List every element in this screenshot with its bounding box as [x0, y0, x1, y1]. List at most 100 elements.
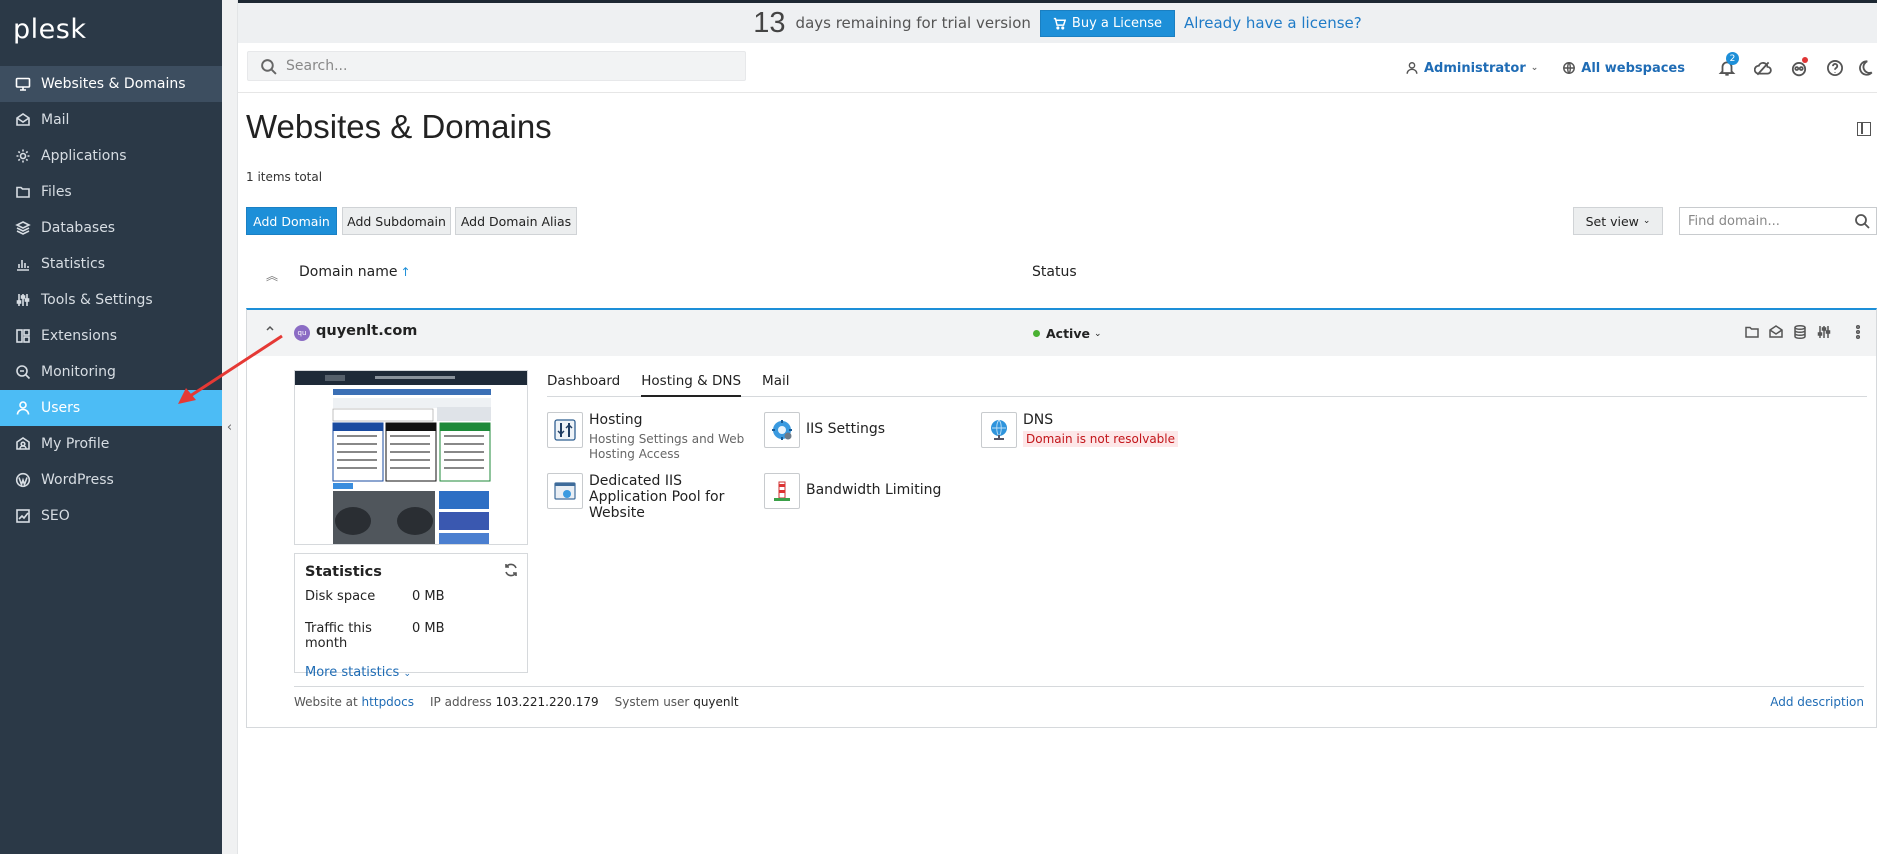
panel-toggle-icon[interactable] [1857, 122, 1871, 136]
sidebar-item-label: Monitoring [41, 364, 116, 380]
plesk-logo[interactable]: plesk [13, 14, 86, 45]
disk-space-label: Disk space [305, 589, 376, 604]
folder-icon [14, 183, 32, 201]
search-input[interactable]: Search... [247, 51, 746, 81]
tab-mail[interactable]: Mail [762, 373, 789, 397]
globe-icon [1563, 62, 1576, 74]
add-domain-alias-button[interactable]: Add Domain Alias [455, 207, 577, 235]
sidebar-item-statistics[interactable]: Statistics [0, 246, 222, 282]
iis-settings-tile[interactable]: IIS Settings [764, 412, 974, 448]
column-domain-name[interactable]: Domain name ↑ [299, 264, 411, 280]
domain-footer: Website at httpdocs IP address 103.221.2… [294, 686, 1864, 716]
notifications-button[interactable]: 2 [1709, 50, 1745, 86]
refresh-icon[interactable] [503, 562, 519, 578]
trend-icon [14, 507, 32, 525]
website-at-label: Website at [294, 694, 358, 709]
add-domain-button[interactable]: Add Domain [246, 207, 337, 235]
dns-title: DNS [1023, 412, 1054, 428]
disk-space-row: Disk space 0 MB [305, 589, 517, 604]
system-user-value: quyenlt [693, 694, 739, 709]
add-description-link[interactable]: Add description [1770, 695, 1864, 709]
user-menu[interactable]: Administrator ⌄ [1405, 61, 1538, 76]
database-icon[interactable] [1792, 324, 1808, 340]
sidebar-item-websites-domains[interactable]: Websites & Domains [0, 66, 222, 102]
profile-icon [14, 435, 32, 453]
collapse-all-icon[interactable]: ︽ [266, 267, 278, 284]
sidebar-item-wordpress[interactable]: WordPress [0, 462, 222, 498]
trial-banner: 13 days remaining for trial version Buy … [238, 3, 1877, 43]
sidebar-item-files[interactable]: Files [0, 174, 222, 210]
docroot-link[interactable]: httpdocs [362, 695, 414, 709]
already-have-license-link[interactable]: Already have a license? [1184, 14, 1362, 32]
tab-dashboard[interactable]: Dashboard [547, 373, 620, 397]
cloud-button[interactable] [1745, 50, 1781, 86]
more-vertical-icon[interactable] [1850, 324, 1866, 340]
monitor-search-icon [14, 363, 32, 381]
dns-tile[interactable]: DNS Domain is not resolvable [981, 412, 1191, 448]
sidebar-item-label: Statistics [41, 256, 105, 272]
header-actions: Administrator ⌄ All webspaces 2 [1405, 43, 1877, 93]
user-icon [1406, 62, 1418, 74]
cloud-icon [1754, 61, 1772, 76]
system-user-label: System user [614, 694, 690, 709]
sidebar-item-label: Applications [41, 148, 127, 164]
sidebar-item-my-profile[interactable]: My Profile [0, 426, 222, 462]
status-dot [1033, 330, 1040, 337]
bandwidth-limiting-tile[interactable]: Bandwidth Limiting [764, 473, 974, 509]
set-view-label: Set view [1585, 213, 1639, 229]
find-domain-input[interactable]: Find domain... [1679, 207, 1877, 235]
website-preview-image [295, 371, 527, 544]
sidebar-item-databases[interactable]: Databases [0, 210, 222, 246]
sidebar-item-seo[interactable]: SEO [0, 498, 222, 534]
column-domain-label: Domain name [299, 264, 398, 280]
statistics-title: Statistics [305, 564, 382, 580]
theme-toggle-button[interactable] [1853, 50, 1877, 86]
statistics-panel: Statistics Disk space 0 MB Traffic this m… [294, 553, 528, 680]
add-subdomain-button[interactable]: Add Subdomain [342, 207, 451, 235]
items-total: 1 items total [246, 170, 323, 184]
cart-icon [1053, 17, 1066, 30]
disk-space-value: 0 MB [412, 589, 445, 604]
sidebar-nav: Websites & Domains Mail Applications Fil… [0, 66, 222, 534]
iis-app-pool-tile[interactable]: Dedicated IIS Application Pool for Websi… [547, 473, 757, 521]
domain-tabs: Dashboard Hosting & DNS Mail [547, 373, 1867, 397]
folder-icon[interactable] [1744, 324, 1760, 340]
header: Search... Administrator ⌄ All webspaces … [238, 43, 1877, 93]
webspaces-menu[interactable]: All webspaces [1562, 61, 1685, 76]
traffic-value: 0 MB [412, 621, 445, 636]
bandwidth-pole-icon [764, 473, 800, 509]
more-statistics-link[interactable]: More statistics ⌄ [305, 665, 517, 680]
domain-row[interactable]: qu quyenlt.com Active ⌄ [247, 310, 1876, 356]
tab-hosting-dns[interactable]: Hosting & DNS [641, 373, 742, 397]
domain-favicon: qu [294, 325, 310, 341]
buy-license-label: Buy a License [1071, 15, 1162, 31]
monitor-icon [14, 75, 32, 93]
website-thumbnail[interactable] [294, 370, 528, 545]
search-placeholder: Search... [286, 58, 348, 74]
sidebar-item-tools-settings[interactable]: Tools & Settings [0, 282, 222, 318]
user-name: Administrator [1423, 60, 1526, 76]
ip-address: IP address 103.221.220.179 [430, 695, 599, 709]
mail-icon [14, 111, 32, 129]
trial-text: days remaining for trial version [795, 14, 1031, 32]
sidebar-item-applications[interactable]: Applications [0, 138, 222, 174]
help-button[interactable] [1817, 50, 1853, 86]
sidebar-item-label: Users [41, 400, 81, 416]
mail-icon[interactable] [1768, 324, 1784, 340]
sliders-icon[interactable] [1816, 324, 1832, 340]
chevron-left-icon: ‹ [226, 419, 233, 435]
ip-label: IP address [430, 694, 492, 709]
sidebar-item-label: SEO [41, 508, 70, 524]
domain-card: qu quyenlt.com Active ⌄ Statistics Disk … [246, 308, 1877, 728]
sliders-icon [14, 291, 32, 309]
sidebar-collapse-handle[interactable]: ‹ [222, 0, 238, 854]
domain-name-link[interactable]: quyenlt.com [316, 323, 417, 339]
hosting-tile[interactable]: Hosting Hosting Settings and Web Hosting… [547, 412, 757, 462]
set-view-button[interactable]: Set view ⌄ [1573, 207, 1663, 235]
buy-license-button[interactable]: Buy a License [1039, 9, 1175, 37]
iis-settings-title: IIS Settings [806, 421, 886, 437]
sidebar: plesk Websites & Domains Mail Applicatio… [0, 0, 222, 854]
advisor-button[interactable] [1781, 50, 1817, 86]
sidebar-item-mail[interactable]: Mail [0, 102, 222, 138]
status-dropdown[interactable]: Active ⌄ [1033, 326, 1102, 341]
